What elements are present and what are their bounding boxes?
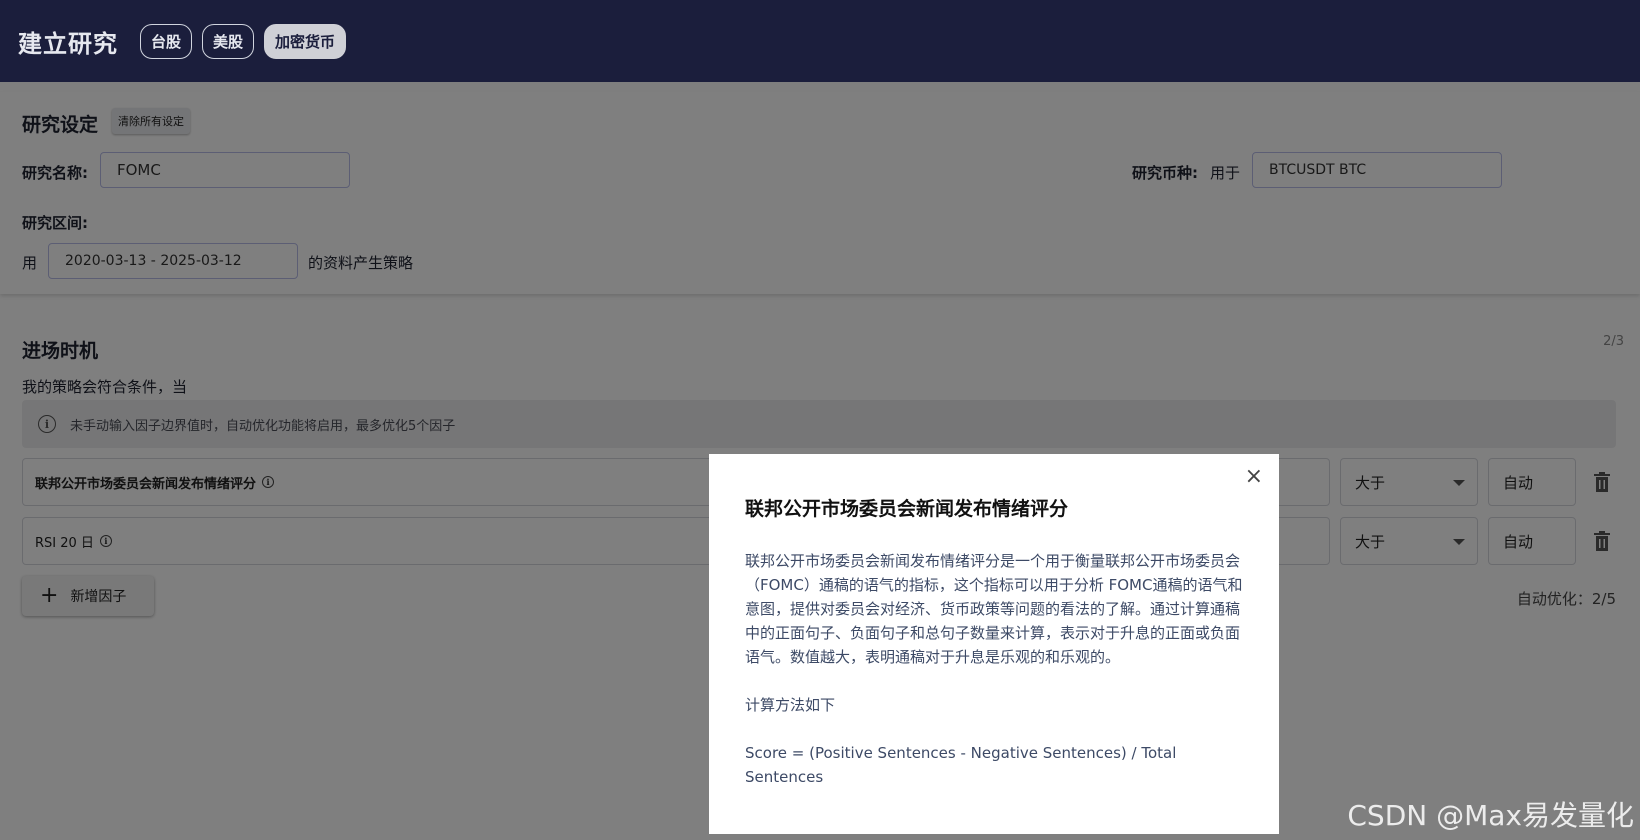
tab-crypto[interactable]: 加密货币 <box>264 23 347 59</box>
close-icon[interactable]: × <box>1245 464 1263 489</box>
watermark: CSDN @Max易发量化 <box>1347 799 1634 832</box>
tab-taiwan-stock[interactable]: 台股 <box>140 23 193 59</box>
factor-info-modal: × 联邦公开市场委员会新闻发布情绪评分 联邦公开市场委员会新闻发布情绪评分是一个… <box>709 454 1279 834</box>
modal-body: 联邦公开市场委员会新闻发布情绪评分是一个用于衡量联邦公开市场委员会（FOMC）通… <box>745 549 1243 789</box>
modal-title: 联邦公开市场委员会新闻发布情绪评分 <box>745 498 1069 520</box>
modal-formula: Score = (Positive Sentences - Negative S… <box>745 744 1177 786</box>
modal-method-label: 计算方法如下 <box>745 696 836 714</box>
top-nav-bar: 建立研究 台股 美股 加密货币 <box>0 0 1640 82</box>
app-title: 建立研究 <box>18 29 118 58</box>
modal-description: 联邦公开市场委员会新闻发布情绪评分是一个用于衡量联邦公开市场委员会（FOMC）通… <box>745 552 1243 666</box>
tab-us-stock[interactable]: 美股 <box>202 23 255 59</box>
